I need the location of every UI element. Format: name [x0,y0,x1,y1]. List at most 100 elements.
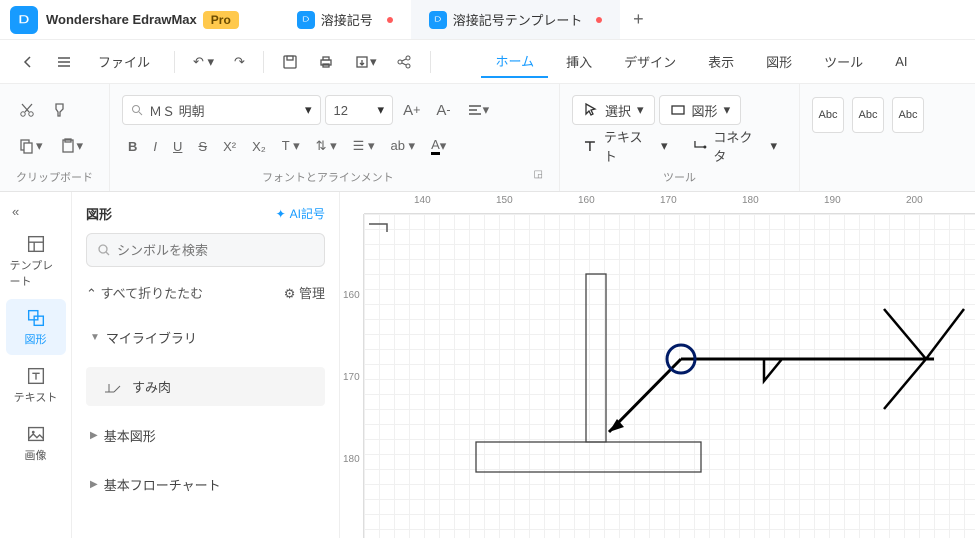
tab-welding-symbol[interactable]: ⫐ 溶接記号 [279,0,411,39]
sidebar-item-text[interactable]: テキスト [6,357,66,413]
style-preset-2[interactable]: Abc [852,97,884,133]
undo-button[interactable]: ↶ ▾ [185,48,222,76]
copy-button[interactable]: ▾ [12,133,49,159]
tree-fillet-weld[interactable]: すみ肉 [86,367,325,406]
format-painter-button[interactable] [46,97,76,123]
panel-title: 図形 [86,204,112,223]
symbol-search-input[interactable] [117,243,314,258]
align-button[interactable]: ▾ [461,98,496,122]
caret-right-icon: ▶ [90,479,98,490]
tab-welding-template[interactable]: ⫐ 溶接記号テンプレート [411,0,621,39]
app-name: Wondershare EdrawMax [46,12,197,27]
cursor-icon [583,102,599,118]
tools-tab[interactable]: ツール [810,46,877,77]
font-color-button[interactable]: A ▾ [425,133,452,159]
font-dialog-launcher[interactable]: ◲ [534,169,547,185]
main-area: « テンプレート 図形 テキスト 画像 図形 ✦ AI記号 ⌃ すべて折りたたむ [0,192,975,538]
document-icon: ⫐ [429,11,447,29]
image-icon [25,423,47,445]
tab-label: 溶接記号テンプレート [453,10,583,29]
subscript-button[interactable]: X₂ [246,135,272,158]
design-tab[interactable]: デザイン [610,46,690,77]
insert-tab[interactable]: 挿入 [552,46,606,77]
cut-button[interactable] [12,97,42,123]
paste-button[interactable]: ▾ [53,133,90,159]
canvas[interactable]: 140 150 160 170 180 190 200 160 170 180 [340,192,975,538]
increase-font-button[interactable]: A+ [397,98,426,123]
ai-tab[interactable]: AI [881,48,921,75]
style-preset-1[interactable]: Abc [812,97,844,133]
strikethrough-button[interactable]: S [192,135,213,158]
connector-tool-button[interactable]: コネクタ ▾ [682,131,787,161]
font-size-value: 12 [334,103,372,118]
fillet-weld-icon [104,380,126,394]
title-bar: ⫐ Wondershare EdrawMax Pro ⫐ 溶接記号 ⫐ 溶接記号… [0,0,975,40]
text-tool-button[interactable]: テキスト ▾ [572,131,678,161]
collapse-all-button[interactable]: ⌃ すべて折りたたむ [86,283,203,302]
menu-button[interactable] [48,48,80,76]
vertical-ruler: 160 170 180 [340,214,364,538]
share-button[interactable] [388,48,420,76]
text-effects-button[interactable]: T ▾ [276,134,306,158]
dirty-indicator-icon [596,17,602,23]
font-name-value: ＭＳ 明朝 [149,101,299,120]
tree-basic-flowchart[interactable]: ▶ 基本フローチャート [86,465,325,504]
shapes-icon [25,307,47,329]
tab-label: 溶接記号 [321,10,373,29]
italic-button[interactable]: I [147,135,163,158]
sidebar-item-image[interactable]: 画像 [6,415,66,471]
canvas-drawing[interactable] [364,214,975,538]
superscript-button[interactable]: X² [217,135,242,158]
dirty-indicator-icon [387,17,393,23]
export-button[interactable]: ▾ [346,48,385,76]
home-tab[interactable]: ホーム [481,45,548,78]
sidebar-item-template[interactable]: テンプレート [6,225,66,297]
document-tabs: ⫐ 溶接記号 ⫐ 溶接記号テンプレート + [279,0,657,39]
symbol-search[interactable] [86,233,325,267]
tree-basic-shapes[interactable]: ▶ 基本図形 [86,416,325,455]
shapes-tab[interactable]: 図形 [752,46,806,77]
decrease-font-button[interactable]: A- [430,98,456,123]
select-tool-button[interactable]: 選択 ▾ [572,95,655,125]
shapes-panel: 図形 ✦ AI記号 ⌃ すべて折りたたむ ⚙ 管理 ▼ マイライブラリ すみ肉 … [72,192,340,538]
underline-button[interactable]: U [167,135,188,158]
tree-my-library[interactable]: ▼ マイライブラリ [86,318,325,357]
document-icon: ⫐ [297,11,315,29]
sidebar-item-shapes[interactable]: 図形 [6,299,66,355]
shape-tool-button[interactable]: 図形 ▾ [659,95,742,125]
ai-symbols-link[interactable]: ✦ AI記号 [276,205,325,222]
file-menu[interactable]: ファイル [84,46,164,77]
font-size-select[interactable]: 12▾ [325,95,394,125]
print-button[interactable] [310,48,342,76]
bold-button[interactable]: B [122,135,143,158]
text-icon [25,365,47,387]
horizontal-ruler: 140 150 160 170 180 190 200 [364,192,975,214]
text-direction-button[interactable]: ab ▾ [384,134,421,158]
style-preset-3[interactable]: Abc [892,97,924,133]
caret-right-icon: ▶ [90,430,98,441]
connector-icon [692,138,708,154]
list-button[interactable]: ☰ ▾ [347,134,381,158]
rectangle-icon [670,102,686,118]
view-tab[interactable]: 表示 [694,46,748,77]
font-family-select[interactable]: ＭＳ 明朝▾ [122,95,321,125]
text-icon [582,138,598,154]
search-icon [97,243,111,257]
manage-button[interactable]: ⚙ 管理 [284,283,325,302]
search-icon [131,104,143,116]
collapse-sidebar-button[interactable]: « [8,200,23,223]
ribbon-toolbar: ▾ ▾ クリップボード ＭＳ 明朝▾ 12▾ A+ A- ▾ B I [0,84,975,192]
clipboard-group-label: クリップボード [12,167,97,187]
font-group-label: フォントとアラインメント [122,169,534,185]
line-spacing-button[interactable]: ⇅ ▾ [310,134,343,158]
save-button[interactable] [274,48,306,76]
back-button[interactable] [12,48,44,76]
menu-bar: ファイル ↶ ▾ ↷ ▾ ホーム 挿入 デザイン 表示 図形 ツール AI [0,40,975,84]
app-logo-icon: ⫐ [10,6,38,34]
template-icon [25,233,47,255]
pro-badge: Pro [203,11,239,29]
left-sidebar: « テンプレート 図形 テキスト 画像 [0,192,72,538]
tools-group-label: ツール [572,167,787,187]
add-tab-button[interactable]: + [620,0,656,39]
redo-button[interactable]: ↷ [226,48,253,76]
